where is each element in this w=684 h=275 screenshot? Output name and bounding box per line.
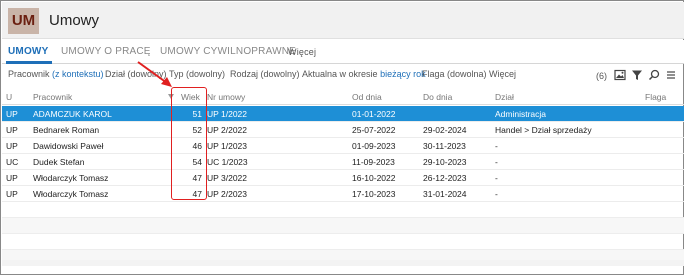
- cell-nr-umowy: UP 2/2023: [207, 189, 248, 199]
- record-count: (6): [596, 71, 607, 81]
- filter-pracownik[interactable]: Pracownik (z kontekstu): [8, 69, 104, 79]
- cell-nr-umowy: UP 1/2023: [207, 141, 248, 151]
- cell-do-dnia: 29-10-2023: [423, 157, 467, 167]
- window-frame: UM Umowy UMOWY UMOWY O PRACĘ UMOWY CYWIL…: [0, 0, 684, 275]
- filter-pracownik-label: Pracownik: [8, 69, 50, 79]
- cell-dzial: Handel > Dział sprzedaży: [495, 125, 592, 135]
- title-bar: UM Umowy: [2, 2, 684, 39]
- tab-umowy-cywilnoprawne[interactable]: UMOWY CYWILNOPRAWNE: [160, 46, 296, 57]
- cell-od-dnia: 01-01-2022: [352, 109, 396, 119]
- col-flaga[interactable]: Flaga: [645, 92, 666, 102]
- table-row[interactable]: UP ADAMCZUK KAROL 51 UP 1/2022 01-01-202…: [2, 106, 684, 122]
- cell-dzial: -: [495, 189, 498, 199]
- col-od-dnia[interactable]: Od dnia: [352, 92, 382, 102]
- cell-od-dnia: 25-07-2022: [352, 125, 396, 135]
- col-u[interactable]: U: [6, 92, 12, 102]
- empty-row: [2, 202, 684, 218]
- table-row[interactable]: UP Bednarek Roman 52 UP 2/2022 25-07-202…: [2, 122, 684, 138]
- cell-do-dnia: 29-02-2024: [423, 125, 467, 135]
- cell-od-dnia: 17-10-2023: [352, 189, 396, 199]
- cell-dzial: Administracja: [495, 109, 547, 119]
- table-row[interactable]: UP Dawidowski Paweł 46 UP 1/2023 01-09-2…: [2, 138, 684, 154]
- filter-okres-label: Aktualna w okresie: [302, 69, 378, 79]
- page-title: Umowy: [49, 12, 100, 29]
- cell-do-dnia: 30-11-2023: [423, 141, 466, 151]
- cell-od-dnia: 16-10-2022: [352, 173, 396, 183]
- cell-dzial: -: [495, 141, 498, 151]
- menu-icon[interactable]: [665, 69, 677, 81]
- horizontal-scrollbar[interactable]: [2, 260, 684, 266]
- filter-rodzaj[interactable]: Rodzaj (dowolny): [230, 69, 300, 79]
- cell-nr-umowy: UP 2/2022: [207, 125, 248, 135]
- tab-bar: UMOWY UMOWY O PRACĘ UMOWY CYWILNOPRAWNE …: [2, 40, 684, 64]
- col-dzial[interactable]: Dział: [495, 92, 514, 102]
- cell-nr-umowy: UC 1/2023: [207, 157, 248, 167]
- cell-dzial: -: [495, 157, 498, 167]
- cell-u: UP: [6, 173, 18, 183]
- cell-do-dnia: 31-01-2024: [423, 189, 467, 199]
- tab-umowy[interactable]: UMOWY: [8, 46, 48, 57]
- filter-typ[interactable]: Typ (dowolny): [169, 69, 225, 79]
- cell-pracownik: Włodarczyk Tomasz: [33, 173, 109, 183]
- cell-u: UP: [6, 109, 18, 119]
- empty-row: [2, 234, 684, 250]
- table-row[interactable]: UC Dudek Stefan 54 UC 1/2023 11-09-2023 …: [2, 154, 684, 170]
- filter-okres[interactable]: Aktualna w okresie bieżący rok: [302, 69, 426, 79]
- cell-pracownik: Włodarczyk Tomasz: [33, 189, 109, 199]
- cell-u: UP: [6, 189, 18, 199]
- cell-nr-umowy: UP 3/2022: [207, 173, 248, 183]
- filter-flaga[interactable]: Flaga (dowolna): [422, 69, 487, 79]
- col-nr-umowy[interactable]: Nr umowy: [207, 92, 245, 102]
- cell-pracownik: Dawidowski Paweł: [33, 141, 104, 151]
- col-pracownik[interactable]: Pracownik: [33, 92, 72, 102]
- annotation-highlight-box: [171, 87, 207, 200]
- empty-row: [2, 218, 684, 234]
- tab-umowy-o-prace[interactable]: UMOWY O PRACĘ: [61, 46, 151, 57]
- filter-okres-value: bieżący rok: [380, 69, 426, 79]
- col-do-dnia[interactable]: Do dnia: [423, 92, 452, 102]
- filter-pracownik-value: (z kontekstu): [52, 69, 104, 79]
- table-row[interactable]: UP Włodarczyk Tomasz 47 UP 3/2022 16-10-…: [2, 170, 684, 186]
- table-row[interactable]: UP Włodarczyk Tomasz 47 UP 2/2023 17-10-…: [2, 186, 684, 202]
- app-logo: UM: [8, 8, 39, 34]
- cell-nr-umowy: UP 1/2022: [207, 109, 248, 119]
- cell-pracownik: Bednarek Roman: [33, 125, 100, 135]
- filter-icon[interactable]: [631, 69, 643, 81]
- table-header: U Pracownik Wiek Nr umowy Od dnia Do dni…: [2, 89, 684, 105]
- cell-u: UP: [6, 141, 18, 151]
- cell-dzial: -: [495, 173, 498, 183]
- image-icon[interactable]: [614, 69, 626, 81]
- filter-wiecej[interactable]: Więcej: [489, 69, 516, 79]
- cell-pracownik: Dudek Stefan: [33, 157, 85, 167]
- filter-bar: Pracownik (z kontekstu) Dział (dowolny) …: [2, 64, 684, 86]
- filter-dzial[interactable]: Dział (dowolny): [105, 69, 167, 79]
- search-icon[interactable]: [648, 69, 660, 81]
- cell-do-dnia: 26-12-2023: [423, 173, 467, 183]
- cell-od-dnia: 11-09-2023: [352, 157, 395, 167]
- tab-wiecej[interactable]: Więcej: [288, 47, 316, 57]
- cell-u: UP: [6, 125, 18, 135]
- cell-od-dnia: 01-09-2023: [352, 141, 396, 151]
- cell-pracownik: ADAMCZUK KAROL: [33, 109, 112, 119]
- cell-u: UC: [6, 157, 19, 167]
